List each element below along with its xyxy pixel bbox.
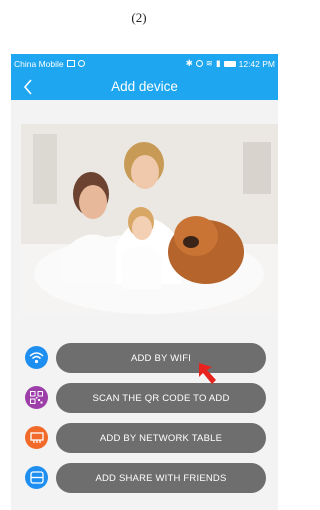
figure-caption: (2): [131, 10, 147, 25]
scan-qr-code-button[interactable]: SCAN THE QR CODE TO ADD: [56, 383, 266, 413]
add-share-with-friends-button[interactable]: ADD SHARE WITH FRIENDS: [56, 463, 266, 493]
notification-icon: [66, 60, 75, 67]
add-option-network: ADD BY NETWORK TABLE: [11, 422, 278, 454]
status-bar: China Mobile ✱ ≋ ▮ 12:42 PM: [11, 54, 278, 73]
add-option-share: ADD SHARE WITH FRIENDS: [11, 462, 278, 494]
network-cable-icon: [25, 426, 48, 449]
title-bar: Add device: [11, 73, 278, 100]
clock-time: 12:42 PM: [238, 58, 275, 69]
phone-screen: China Mobile ✱ ≋ ▮ 12:42 PM Add device A…: [11, 54, 278, 510]
bluetooth-icon: ✱: [185, 58, 193, 68]
location-icon: [77, 60, 85, 67]
back-arrow-icon[interactable]: [20, 79, 36, 95]
wifi-signal-icon: ≋: [205, 58, 213, 68]
add-by-network-table-button[interactable]: ADD BY NETWORK TABLE: [56, 423, 266, 453]
battery-icon: [223, 60, 236, 67]
add-by-wifi-button[interactable]: ADD BY WIFI: [56, 343, 266, 373]
page-title: Add device: [111, 79, 178, 94]
alarm-icon: [195, 60, 203, 67]
add-options-list: ADD BY WIFI SCAN THE QR CODE TO ADD ADD …: [11, 342, 278, 502]
add-option-qr: SCAN THE QR CODE TO ADD: [11, 382, 278, 414]
wifi-icon: [25, 346, 48, 369]
qr-code-icon: [25, 386, 48, 409]
cell-signal-icon: ▮: [215, 58, 221, 68]
add-option-wifi: ADD BY WIFI: [11, 342, 278, 374]
share-icon: [25, 466, 48, 489]
carrier-label: China Mobile: [14, 58, 64, 69]
pointer-arrow-icon: [199, 363, 216, 384]
family-photo: [21, 124, 278, 314]
